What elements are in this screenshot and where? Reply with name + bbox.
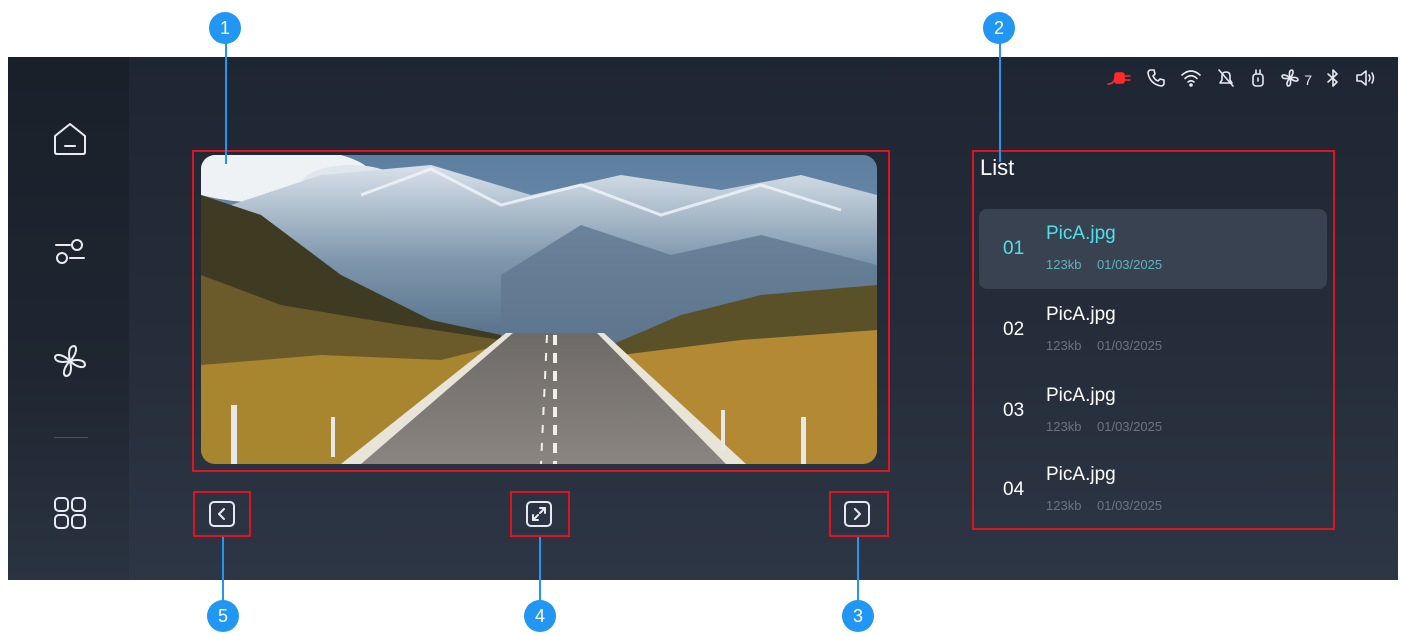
list-item-number: 02 bbox=[1003, 319, 1025, 340]
apps-grid-icon[interactable] bbox=[48, 491, 92, 535]
list-item-name: PicA.jpg bbox=[1046, 464, 1116, 485]
list-item-date: 01/03/2025 bbox=[1097, 498, 1163, 513]
list-item[interactable]: 04 PicA.jpg 123kb 01/03/2025 bbox=[979, 450, 1327, 530]
sidebar-divider bbox=[54, 437, 88, 438]
list-item-size: 123kb bbox=[1046, 257, 1082, 272]
notification-off-icon bbox=[1216, 68, 1236, 92]
fan-icon[interactable] bbox=[48, 339, 92, 383]
settings-sliders-icon[interactable] bbox=[48, 229, 92, 273]
list-item-number: 04 bbox=[1003, 479, 1025, 500]
list-item-date: 01/03/2025 bbox=[1097, 257, 1163, 272]
fan-speed-icon bbox=[1280, 68, 1300, 92]
home-icon[interactable] bbox=[48, 116, 92, 160]
chevron-right-icon bbox=[854, 508, 861, 520]
callout-marker-5: 5 bbox=[207, 600, 239, 632]
wifi-icon bbox=[1180, 68, 1202, 92]
chevron-left-icon bbox=[218, 508, 225, 520]
list-item[interactable]: 02 PicA.jpg 123kb 01/03/2025 bbox=[979, 290, 1327, 370]
fan-speed-value: 7 bbox=[1304, 72, 1312, 88]
callout-marker-3: 3 bbox=[842, 600, 874, 632]
callout-line-5 bbox=[222, 537, 224, 601]
expand-icon bbox=[532, 507, 546, 521]
list-item-name: PicA.jpg bbox=[1046, 304, 1116, 325]
list-item[interactable]: 03 PicA.jpg 123kb 01/03/2025 bbox=[979, 371, 1327, 451]
phone-icon bbox=[1146, 68, 1166, 92]
list-item-date: 01/03/2025 bbox=[1097, 419, 1163, 434]
list-item-name: PicA.jpg bbox=[1046, 385, 1116, 406]
list-item-name: PicA.jpg bbox=[1046, 223, 1116, 244]
bluetooth-icon bbox=[1326, 68, 1340, 92]
list-item[interactable]: 01 PicA.jpg 123kb 01/03/2025 bbox=[979, 209, 1327, 289]
prev-button[interactable] bbox=[209, 501, 235, 527]
image-viewer[interactable] bbox=[201, 155, 877, 464]
list-item-size: 123kb bbox=[1046, 338, 1082, 353]
callout-line-1 bbox=[225, 42, 227, 164]
callout-marker-2: 2 bbox=[983, 12, 1015, 44]
status-bar: 7 bbox=[1106, 69, 1378, 91]
callout-line-4 bbox=[539, 537, 541, 601]
usb-icon bbox=[1250, 68, 1266, 92]
infotainment-screen: 7 List 01 PicA.jpg 123kb 01/03/2025 02 P… bbox=[8, 57, 1398, 580]
list-item-date: 01/03/2025 bbox=[1097, 338, 1163, 353]
mountain-road-photo bbox=[201, 155, 877, 464]
next-button[interactable] bbox=[844, 501, 870, 527]
callout-line-2 bbox=[999, 42, 1001, 162]
callout-marker-1: 1 bbox=[209, 12, 241, 44]
sidebar bbox=[8, 57, 129, 580]
list-item-size: 123kb bbox=[1046, 419, 1082, 434]
volume-icon bbox=[1354, 68, 1378, 92]
fullscreen-button[interactable] bbox=[526, 501, 552, 527]
callout-line-3 bbox=[857, 537, 859, 601]
list-item-number: 03 bbox=[1003, 400, 1025, 421]
list-item-size: 123kb bbox=[1046, 498, 1082, 513]
list-item-number: 01 bbox=[1003, 238, 1025, 259]
callout-marker-4: 4 bbox=[524, 600, 556, 632]
charging-plug-icon bbox=[1106, 68, 1132, 92]
list-title: List bbox=[980, 155, 1015, 180]
